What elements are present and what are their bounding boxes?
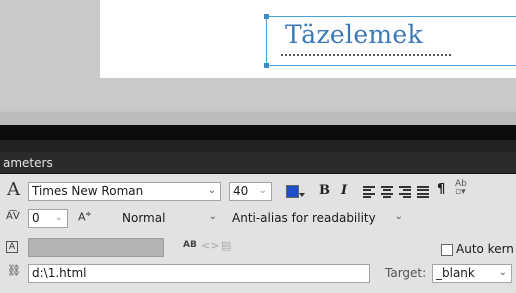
link-url-input[interactable]: d:\1.html xyxy=(28,264,370,283)
font-family-value: Times New Roman xyxy=(32,184,144,198)
font-size-input[interactable]: 40 ⌄ xyxy=(229,182,272,201)
char-position-value: Normal xyxy=(122,211,166,225)
panel-divider-lower xyxy=(0,140,516,152)
target-label: Target: xyxy=(385,266,427,280)
chevron-down-icon: ⌄ xyxy=(498,267,507,278)
stage-text[interactable]: Täzelemek xyxy=(285,20,423,49)
paragraph-icon[interactable]: ¶ xyxy=(437,182,445,197)
resize-handle-bottom-left[interactable] xyxy=(264,63,269,68)
antialias-value: Anti-alias for readability xyxy=(232,211,376,225)
render-html-icon: AB xyxy=(183,240,197,250)
chevron-down-icon: ⌄ xyxy=(54,212,63,223)
letter-spacing-icon: A͡V xyxy=(6,211,20,222)
auto-kern-label: Auto kern xyxy=(456,242,514,256)
chevron-down-icon: ⌄ xyxy=(394,211,403,222)
char-position-icon: A≑ xyxy=(78,210,92,224)
align-right-icon[interactable] xyxy=(399,186,411,198)
italic-button[interactable]: I xyxy=(341,183,347,198)
align-center-icon[interactable] xyxy=(381,186,393,198)
link-icon: ⛓ xyxy=(7,264,21,277)
auto-kern-checkbox[interactable] xyxy=(441,244,453,256)
text-orientation-icon[interactable]: Ab ▫▾ xyxy=(455,180,467,197)
resize-handle-top-left[interactable] xyxy=(264,14,269,19)
text-field-box[interactable]: Täzelemek xyxy=(264,14,516,68)
chevron-down-icon: ⌄ xyxy=(207,185,216,196)
embed-icon: <> xyxy=(201,239,220,252)
letter-spacing-input[interactable]: 0 ⌄ xyxy=(28,209,68,228)
font-type-icon: A xyxy=(7,179,20,200)
text-color-swatch[interactable] xyxy=(286,185,299,198)
antialias-select[interactable]: Anti-alias for readability ⌄ xyxy=(229,209,409,228)
instance-name-field xyxy=(28,238,164,257)
char-position-select[interactable]: Normal ⌄ xyxy=(100,209,221,228)
target-value: _blank xyxy=(436,266,475,280)
font-family-select[interactable]: Times New Roman ⌄ xyxy=(28,182,221,201)
properties-panel-header[interactable]: ameters xyxy=(0,152,516,174)
selectable-text-icon[interactable]: A xyxy=(6,241,18,253)
chevron-down-icon: ⌄ xyxy=(208,211,217,222)
text-field-dotted-outline xyxy=(281,54,451,56)
target-select[interactable]: _blank ⌄ xyxy=(432,264,512,283)
panel-title: ameters xyxy=(3,156,53,170)
font-size-value: 40 xyxy=(233,184,249,198)
align-justify-icon[interactable] xyxy=(417,186,429,198)
color-chevron-icon xyxy=(299,193,305,197)
align-left-icon[interactable] xyxy=(363,186,375,198)
letter-spacing-value: 0 xyxy=(32,211,40,225)
link-url-value: d:\1.html xyxy=(32,266,87,280)
properties-panel: A Times New Roman ⌄ 40 ⌄ B I ¶ Ab ▫▾ A͡V … xyxy=(0,174,516,293)
stage-area: Täzelemek xyxy=(0,0,516,115)
chevron-down-icon: ⌄ xyxy=(258,185,267,196)
stage-strip-highlight xyxy=(0,107,516,112)
border-icon: ▤ xyxy=(221,239,232,252)
bold-button[interactable]: B xyxy=(319,183,330,198)
